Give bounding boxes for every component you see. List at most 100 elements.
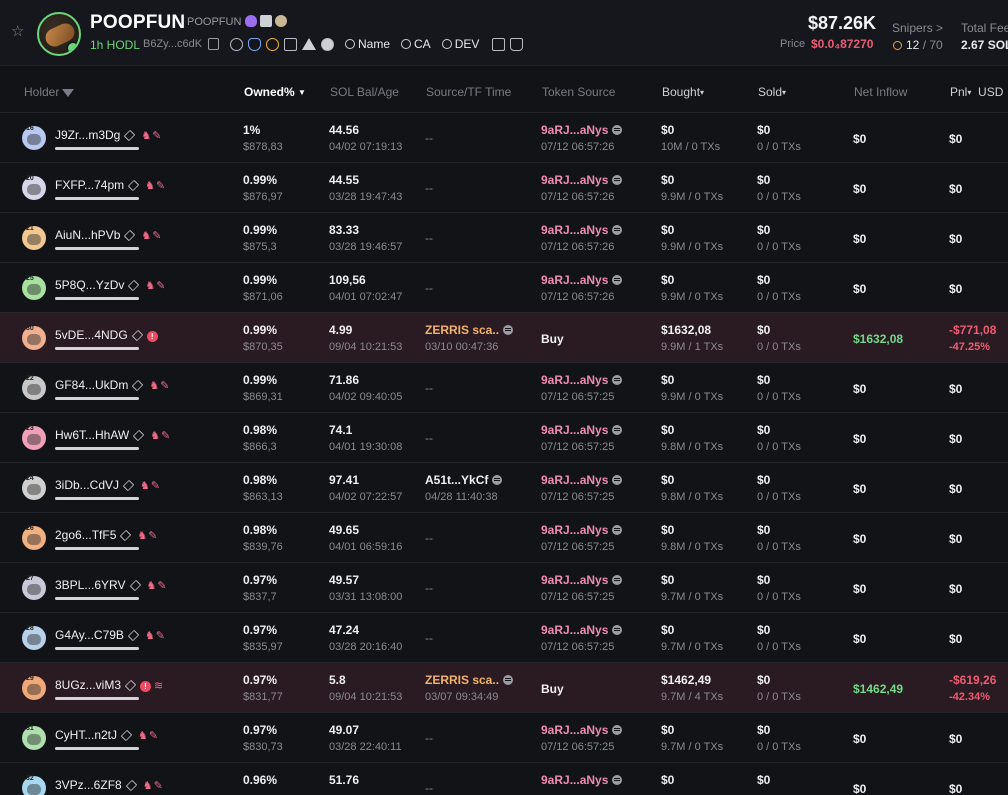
col-sol-bal[interactable]: SOL Bal/Age	[330, 85, 399, 99]
edit-icon[interactable]	[131, 329, 143, 342]
table-row[interactable]: 16 J9Zr...m3Dg ♞✎ 1% $878,83 44.56 04/02 …	[0, 113, 1008, 163]
avatar-face-icon	[27, 734, 41, 745]
col-source[interactable]: Source/TF Time	[426, 85, 511, 99]
pnl-value: $0	[949, 782, 963, 795]
net-inflow: $0	[853, 282, 867, 296]
table-row[interactable]: 32 3VPz...6ZF8 ♞✎ 0.96% 51.76 -- 9aRJ...a…	[0, 763, 1008, 795]
holder-address[interactable]: GF84...UkDm ♞✎	[55, 378, 170, 392]
edit-icon[interactable]	[132, 379, 144, 392]
table-row[interactable]: 21 AiuN...hPVb ♞✎ 0.99% $875,3 83.33 03/2…	[0, 213, 1008, 263]
table-row[interactable]: 20 FXFP...74pm ♞✎ 0.99% $876,97 44.55 03/…	[0, 163, 1008, 213]
holder-address[interactable]: AiuN...hPVb ♞✎	[55, 228, 162, 242]
table-row[interactable]: 28 G4Ay...C79B ♞✎ 0.97% $835,97 47.24 03/…	[0, 613, 1008, 663]
holder-rank: 30	[26, 325, 34, 332]
token-source-wallet[interactable]: 9aRJ...aNys	[541, 523, 623, 537]
favorite-star-icon[interactable]: ☆	[11, 24, 27, 40]
holder-address[interactable]: J9Zr...m3Dg ♞✎	[55, 128, 162, 142]
col-net-inflow[interactable]: Net Inflow	[854, 85, 907, 99]
source-wallet[interactable]: ZERRIS sca..	[425, 673, 514, 687]
warning-icon[interactable]	[266, 37, 279, 51]
token-source-wallet[interactable]: 9aRJ...aNys	[541, 273, 623, 287]
telegram-icon[interactable]	[302, 38, 316, 50]
edit-icon[interactable]	[133, 429, 145, 442]
holder-avatar: 25	[22, 275, 46, 300]
edit-icon[interactable]	[122, 479, 135, 492]
edit-icon[interactable]	[124, 679, 137, 692]
token-source-wallet[interactable]: 9aRJ...aNys	[541, 223, 623, 237]
holder-address[interactable]: 5P8Q...YzDv ♞✎	[55, 278, 166, 292]
col-token-source[interactable]: Token Source	[542, 85, 615, 99]
snipers-label[interactable]: Snipers >	[892, 21, 943, 35]
sold-usd: $0	[757, 573, 771, 587]
token-source-wallet[interactable]: 9aRJ...aNys	[541, 423, 623, 437]
copy-icon[interactable]	[208, 38, 219, 50]
col-owned[interactable]: Owned% ▼	[244, 85, 306, 99]
owned-usd: $835,97	[243, 641, 283, 653]
owned-percent: 0.99%	[243, 373, 278, 387]
sort-desc-icon: ▼	[298, 88, 306, 97]
edit-icon[interactable]	[120, 729, 133, 742]
table-row[interactable]: 24 3iDb...CdVJ ♞✎ 0.98% $863,13 97.41 04/…	[0, 463, 1008, 513]
filter-icon[interactable]	[62, 89, 75, 97]
col-pnl[interactable]: Pnl▾ USD	[950, 85, 1003, 99]
sol-balance: 47.24	[329, 623, 360, 637]
owned-usd: $831,77	[243, 691, 283, 703]
token-source-wallet[interactable]: 9aRJ...aNys	[541, 723, 623, 737]
pnl-value: $0	[949, 482, 963, 496]
holder-address[interactable]: FXFP...74pm ♞✎	[55, 178, 166, 192]
external-link-icon[interactable]	[492, 37, 506, 51]
holder-address[interactable]: CyHT...n2tJ ♞✎	[55, 728, 159, 742]
bought-amount: 9.9M / 1 TXs	[661, 341, 724, 353]
col-holder[interactable]: Holder	[24, 85, 75, 99]
holder-address[interactable]: 3BPL...6YRV ♞✎	[55, 578, 168, 592]
edit-icon[interactable]	[125, 779, 137, 792]
twitter-x-icon[interactable]	[284, 37, 297, 51]
token-source-wallet[interactable]: 9aRJ...aNys	[541, 623, 623, 637]
token-source-wallet[interactable]: 9aRJ...aNys	[541, 173, 623, 187]
col-bought[interactable]: Bought▾	[662, 85, 704, 99]
holder-address[interactable]: Hw6T...HhAW ♞✎	[55, 428, 171, 442]
sol-icon	[612, 625, 623, 635]
crown-icon[interactable]	[510, 37, 524, 51]
table-row[interactable]: 27 3BPL...6YRV ♞✎ 0.97% $837,7 49.57 03/3…	[0, 563, 1008, 613]
edit-icon[interactable]	[124, 229, 136, 242]
source-wallet[interactable]: A51t...YkCf	[425, 473, 503, 487]
table-row[interactable]: 30 5vDE...4NDG! 0.99% $870,35 4.99 09/04…	[0, 313, 1008, 363]
edit-icon[interactable]	[129, 579, 141, 592]
holder-address[interactable]: 8UGz...viM3! ≋	[55, 678, 163, 692]
user-icon[interactable]	[248, 37, 261, 51]
search-name-chip[interactable]: Name	[345, 37, 390, 51]
contract-address[interactable]: B6Zy...c6dK	[143, 38, 202, 50]
edit-icon[interactable]	[127, 629, 140, 642]
website-icon[interactable]	[230, 37, 243, 51]
table-row[interactable]: 31 CyHT...n2tJ ♞✎ 0.97% $830,73 49.07 03/…	[0, 713, 1008, 763]
owned-percent: 0.97%	[243, 673, 278, 687]
table-row[interactable]: 26 2go6...TfF5 ♞✎ 0.98% $839,76 49.65 04/…	[0, 513, 1008, 563]
search-dev-chip[interactable]: DEV	[441, 37, 479, 51]
holder-address[interactable]: G4Ay...C79B ♞✎	[55, 628, 166, 642]
table-row[interactable]: 23 Hw6T...HhAW ♞✎ 0.98% $866,3 74.1 04/01…	[0, 413, 1008, 463]
pnl-value: $0	[949, 432, 963, 446]
table-row[interactable]: 22 GF84...UkDm ♞✎ 0.99% $869,31 71.86 04/…	[0, 363, 1008, 413]
coin-icon[interactable]	[321, 37, 334, 51]
owned-percent: 1%	[243, 123, 261, 137]
token-source-wallet[interactable]: 9aRJ...aNys	[541, 473, 623, 487]
edit-icon[interactable]	[120, 529, 132, 542]
source-wallet[interactable]: ZERRIS sca..	[425, 323, 514, 337]
holder-address[interactable]: 5vDE...4NDG!	[55, 328, 158, 342]
token-source-wallet[interactable]: 9aRJ...aNys	[541, 773, 623, 787]
holder-address[interactable]: 3VPz...6ZF8 ♞✎	[55, 778, 164, 792]
table-row[interactable]: 29 8UGz...viM3! ≋ 0.97% $831,77 5.8 09/04…	[0, 663, 1008, 713]
edit-icon[interactable]	[128, 279, 140, 292]
edit-icon[interactable]	[127, 179, 140, 192]
token-source-wallet[interactable]: 9aRJ...aNys	[541, 573, 623, 587]
token-source-wallet[interactable]: 9aRJ...aNys	[541, 123, 623, 137]
holder-address[interactable]: 2go6...TfF5 ♞✎	[55, 528, 158, 542]
table-row[interactable]: 25 5P8Q...YzDv ♞✎ 0.99% $871,06 109,56 04…	[0, 263, 1008, 313]
token-source-wallet[interactable]: 9aRJ...aNys	[541, 373, 623, 387]
edit-icon[interactable]	[124, 129, 136, 142]
search-ca-chip[interactable]: CA	[401, 37, 431, 51]
tag-icons: ♞✎	[142, 780, 164, 792]
col-sold[interactable]: Sold▾	[758, 85, 786, 99]
holder-address[interactable]: 3iDb...CdVJ ♞✎	[55, 478, 161, 492]
